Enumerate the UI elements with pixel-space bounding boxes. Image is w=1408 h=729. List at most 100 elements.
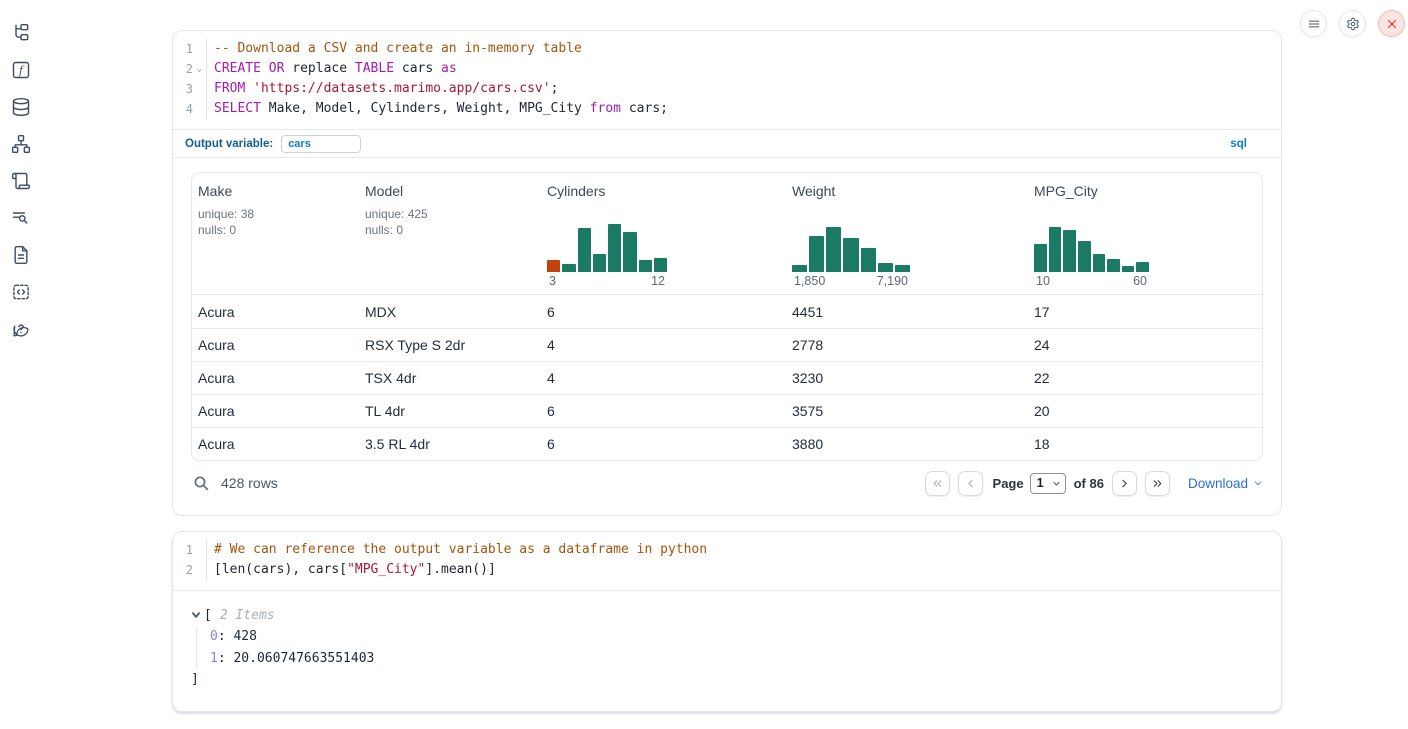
- output-list-body: 0: 4281: 20.060747663551403: [196, 626, 1281, 670]
- sidebar-item-variables[interactable]: f: [10, 59, 32, 81]
- column-header-make[interactable]: Makeunique: 38nulls: 0: [192, 173, 359, 294]
- histogram-wrap: 3 12: [547, 218, 786, 288]
- items-count: 2 Items: [220, 608, 275, 623]
- column-stat: unique: 425: [365, 206, 541, 222]
- table-cell: 3575: [786, 403, 1028, 419]
- code-line[interactable]: 1 -- Download a CSV and create an in-memo…: [173, 39, 1281, 59]
- help-bubble-icon: [11, 319, 31, 339]
- table-row[interactable]: AcuraTSX 4dr4323022: [192, 361, 1262, 394]
- sidebar-item-logs[interactable]: [10, 207, 32, 229]
- chevron-down-icon: [1052, 479, 1061, 488]
- column-label: Make: [198, 183, 359, 199]
- sidebar-item-help[interactable]: [10, 318, 32, 340]
- output-list-item: 1: 20.060747663551403: [210, 648, 1281, 670]
- table-cell: 3880: [786, 436, 1028, 452]
- svg-text:f: f: [18, 64, 25, 77]
- sql-cell: 1 -- Download a CSV and create an in-memo…: [172, 30, 1282, 516]
- download-button[interactable]: Download: [1188, 476, 1263, 491]
- table-cell: MDX: [359, 304, 541, 320]
- sidebar-item-snippets[interactable]: [10, 281, 32, 303]
- hist-min-label: 3: [549, 274, 556, 288]
- column-stat: nulls: 0: [198, 222, 359, 238]
- download-label: Download: [1188, 476, 1248, 491]
- hist-max-label: 12: [651, 274, 665, 288]
- close-button[interactable]: [1378, 10, 1405, 37]
- chevron-left-icon: [964, 477, 977, 490]
- histogram-bar: [1122, 266, 1135, 272]
- code-text: -- Download a CSV and create an in-memor…: [207, 39, 582, 59]
- chevrons-left-icon: [931, 477, 944, 490]
- column-stat: nulls: 0: [365, 222, 541, 238]
- chevron-down-icon: [191, 610, 201, 620]
- next-page-button[interactable]: [1112, 471, 1137, 496]
- python-cell: 1# We can reference the output variable …: [172, 531, 1282, 712]
- histogram-weight[interactable]: [792, 218, 910, 272]
- code-text: SELECT Make, Model, Cylinders, Weight, M…: [207, 99, 668, 119]
- sidebar-item-scratchpad[interactable]: [10, 170, 32, 192]
- column-header-weight[interactable]: Weight1,8507,190: [786, 173, 1028, 294]
- table-cell: Acura: [192, 436, 359, 452]
- gutter: 2⌄: [173, 59, 207, 79]
- fold-toggle-icon[interactable]: ⌄: [193, 59, 206, 79]
- gutter: 4: [173, 99, 207, 119]
- code-line[interactable]: 3FROM 'https://datasets.marimo.app/cars.…: [173, 79, 1281, 99]
- histogram-mpg_city[interactable]: [1034, 218, 1149, 272]
- settings-button[interactable]: [1339, 10, 1366, 37]
- table-row[interactable]: AcuraRSX Type S 2dr4277824: [192, 328, 1262, 361]
- chevron-right-icon: [1118, 477, 1131, 490]
- prev-page-button[interactable]: [958, 471, 983, 496]
- hist-min-label: 1,850: [794, 274, 825, 288]
- table-cell: 4: [541, 370, 786, 386]
- collapse-toggle[interactable]: [191, 610, 204, 620]
- hist-max-label: 60: [1133, 274, 1147, 288]
- code-line[interactable]: 2⌄CREATE OR replace TABLE cars as: [173, 59, 1281, 79]
- code-text: [len(cars), cars["MPG_City"].mean()]: [207, 560, 496, 580]
- output-variable-row: Output variable: sql: [173, 129, 1281, 158]
- code-line[interactable]: 1# We can reference the output variable …: [173, 540, 1281, 560]
- histogram-bar: [654, 258, 667, 272]
- gutter: 2: [173, 560, 207, 580]
- column-header-cylinders[interactable]: Cylinders 3 12: [541, 173, 786, 294]
- histogram-cylinders[interactable]: [547, 218, 667, 272]
- search-button[interactable]: [191, 473, 211, 493]
- table-cell: Acura: [192, 304, 359, 320]
- table-row[interactable]: AcuraMDX6445117: [192, 295, 1262, 328]
- histogram-wrap: 1060: [1034, 218, 1262, 288]
- sidebar-item-file-explorer[interactable]: [10, 22, 32, 44]
- language-badge[interactable]: sql: [1230, 138, 1247, 150]
- output-variable-input[interactable]: [281, 135, 361, 153]
- column-header-mpg_city[interactable]: MPG_City1060: [1028, 173, 1262, 294]
- sidebar-item-documentation[interactable]: [10, 244, 32, 266]
- menu-button[interactable]: [1300, 10, 1327, 37]
- histogram-bar: [1049, 227, 1062, 272]
- line-number: 4: [173, 99, 193, 119]
- code-line[interactable]: 2[len(cars), cars["MPG_City"].mean()]: [173, 560, 1281, 580]
- histogram-bar: [1078, 241, 1091, 272]
- table-cell: 4451: [786, 304, 1028, 320]
- function-square-icon: f: [11, 60, 31, 80]
- data-table: Makeunique: 38nulls: 0Modelunique: 425nu…: [191, 172, 1263, 461]
- table-header: Makeunique: 38nulls: 0Modelunique: 425nu…: [192, 173, 1262, 295]
- histogram-bar: [792, 265, 807, 272]
- python-code-editor[interactable]: 1# We can reference the output variable …: [173, 532, 1281, 590]
- sidebar-item-dependency-graph[interactable]: [10, 133, 32, 155]
- code-text: FROM 'https://datasets.marimo.app/cars.c…: [207, 79, 558, 99]
- column-label: Cylinders: [547, 183, 786, 199]
- table-row[interactable]: Acura3.5 RL 4dr6388018: [192, 427, 1262, 460]
- table-row[interactable]: AcuraTL 4dr6357520: [192, 394, 1262, 427]
- page-select[interactable]: 1: [1030, 473, 1066, 494]
- last-page-button[interactable]: [1145, 471, 1170, 496]
- gutter: 1: [173, 39, 207, 59]
- line-number: 1: [173, 39, 193, 59]
- sidebar-item-data-sources[interactable]: [10, 96, 32, 118]
- histogram-bar: [547, 260, 560, 272]
- close-x-icon: [1385, 17, 1399, 31]
- table-cell: 3230: [786, 370, 1028, 386]
- output-list-item: 0: 428: [210, 626, 1281, 648]
- chevrons-right-icon: [1151, 477, 1164, 490]
- first-page-button[interactable]: [925, 471, 950, 496]
- column-header-model[interactable]: Modelunique: 425nulls: 0: [359, 173, 541, 294]
- file-text-icon: [11, 245, 31, 265]
- sql-code-editor[interactable]: 1 -- Download a CSV and create an in-memo…: [173, 31, 1281, 129]
- code-line[interactable]: 4 SELECT Make, Model, Cylinders, Weight, …: [173, 99, 1281, 119]
